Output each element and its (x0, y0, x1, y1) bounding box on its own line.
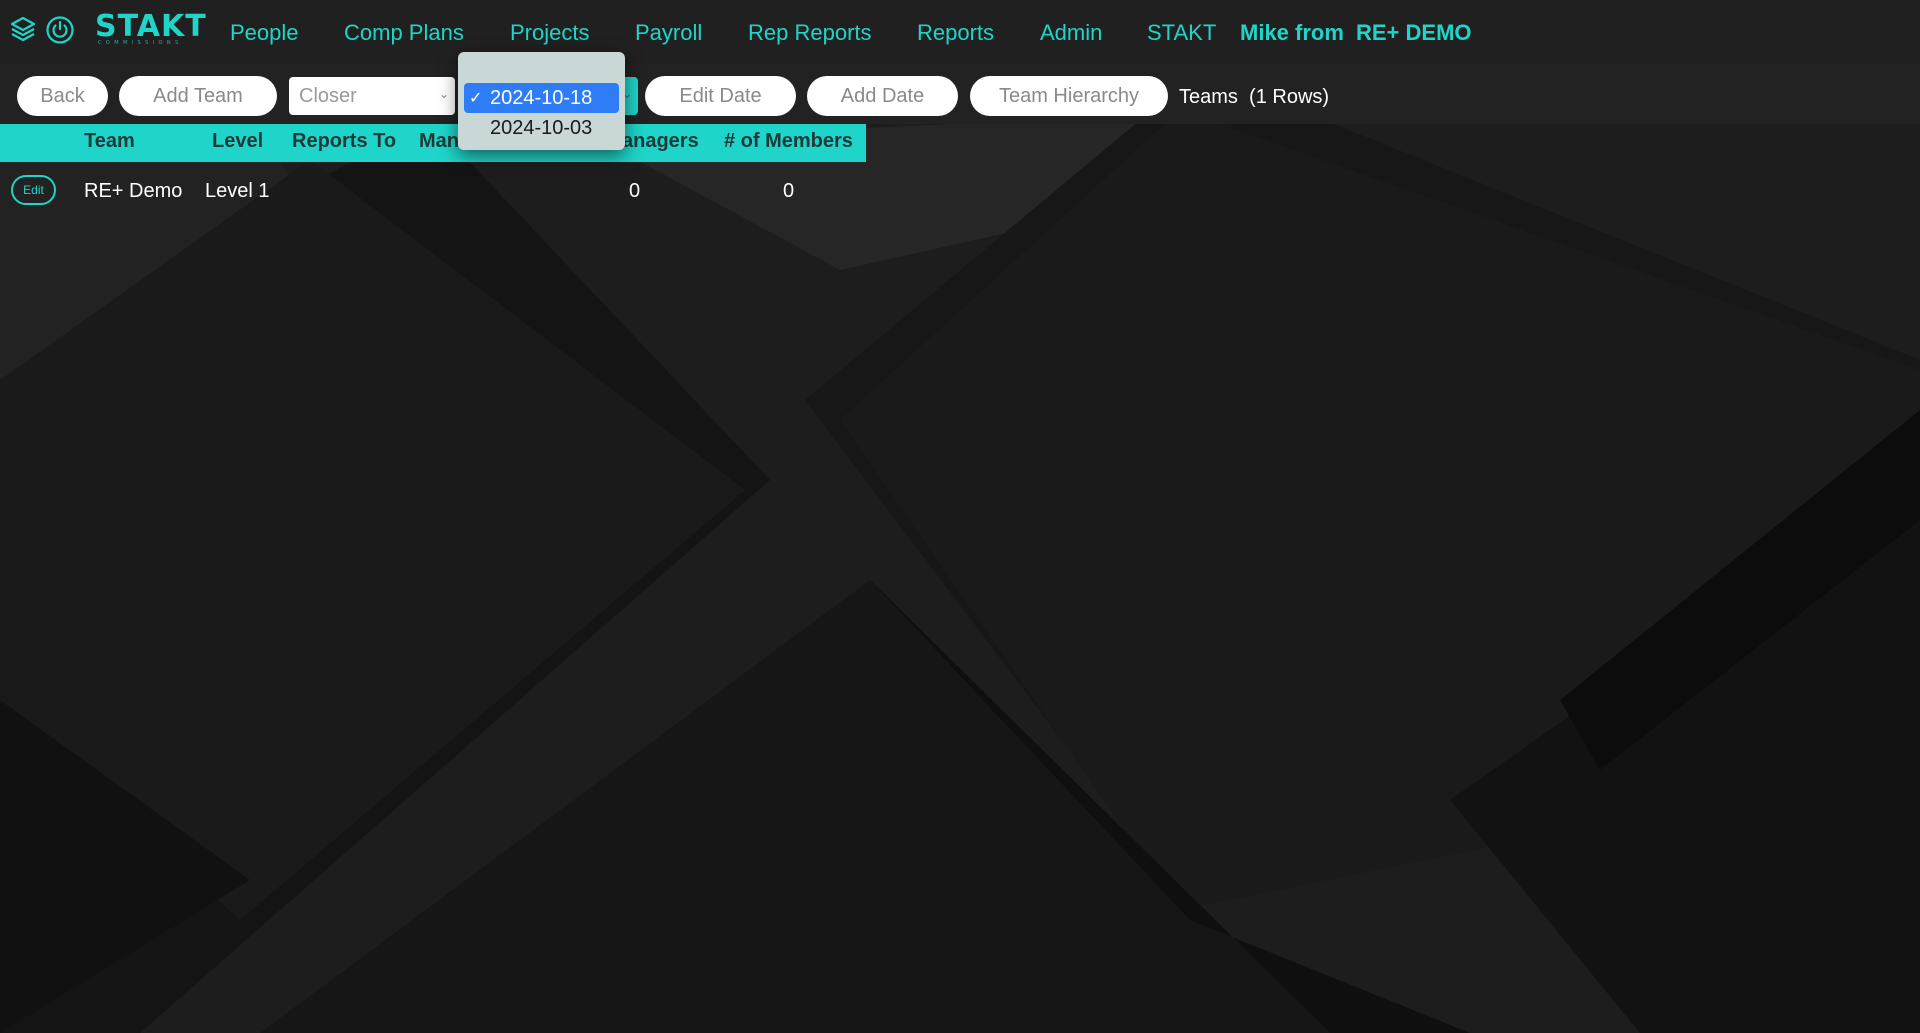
nav-link-admin[interactable]: Admin (1040, 20, 1102, 46)
nav-link-people[interactable]: People (230, 20, 299, 46)
brand-subtitle: COMMISSIONS (98, 40, 183, 46)
add-date-button[interactable]: Add Date (807, 76, 958, 116)
cell-level: Level 1 (205, 180, 270, 202)
teams-title: Teams (1179, 86, 1238, 108)
cell-team: RE+ Demo (84, 180, 183, 202)
user-label: Mike from (1240, 20, 1344, 45)
date-option[interactable]: 2024-10-03 (464, 113, 619, 143)
team-hierarchy-button[interactable]: Team Hierarchy (970, 76, 1168, 116)
edit-row-button[interactable]: Edit (11, 175, 56, 205)
date-dropdown-menu: ✓ 2024-10-18 2024-10-03 (458, 52, 625, 150)
column-header-level[interactable]: Level (212, 130, 263, 153)
nav-link-reports[interactable]: Reports (917, 20, 994, 46)
nav-link-rep-reports[interactable]: Rep Reports (748, 20, 872, 46)
edit-date-button[interactable]: Edit Date (645, 76, 796, 116)
logo-icon-group (9, 15, 75, 45)
table-header: Team Level Reports To Man anagers # of M… (0, 124, 866, 162)
chevron-down-icon: ⌄ (438, 87, 449, 101)
column-header-members[interactable]: # of Members (724, 130, 853, 153)
role-select-value: Closer (299, 84, 357, 107)
column-header-reports-to[interactable]: Reports To (292, 130, 396, 153)
date-option-label: 2024-10-03 (490, 116, 593, 139)
date-option-selected[interactable]: ✓ 2024-10-18 (464, 83, 619, 113)
column-header-managers-partial[interactable]: Man (419, 130, 459, 153)
role-select[interactable]: Closer ⌄ (289, 77, 455, 115)
nav-link-comp-plans[interactable]: Comp Plans (344, 20, 464, 46)
nav-link-projects[interactable]: Projects (510, 20, 589, 46)
brand-logo[interactable]: STAKT (95, 12, 207, 42)
layers-icon[interactable] (9, 15, 37, 45)
nav-link-payroll[interactable]: Payroll (635, 20, 702, 46)
rows-count: (1 Rows) (1249, 86, 1330, 108)
cell-members: 0 (783, 180, 795, 202)
nav-link-stakt[interactable]: STAKT (1147, 20, 1216, 46)
column-header-managers[interactable]: anagers (622, 130, 699, 153)
power-icon[interactable] (45, 15, 75, 45)
teams-count-label: Teams (1 Rows) (1179, 86, 1329, 109)
checkmark-icon: ✓ (469, 90, 483, 107)
table-row: Edit RE+ Demo Level 1 0 0 (0, 168, 866, 212)
column-header-team[interactable]: Team (84, 130, 135, 153)
back-button[interactable]: Back (17, 76, 108, 116)
cell-managers: 0 (629, 180, 641, 202)
add-team-button[interactable]: Add Team (119, 76, 277, 116)
date-option-label: 2024-10-18 (490, 86, 593, 109)
top-navbar: STAKT COMMISSIONS People Comp Plans Proj… (0, 0, 1920, 64)
company-label: RE+ DEMO (1356, 20, 1472, 45)
toolbar: Back Add Team Closer ⌄ ⌄ Edit Date Add D… (0, 64, 1920, 124)
